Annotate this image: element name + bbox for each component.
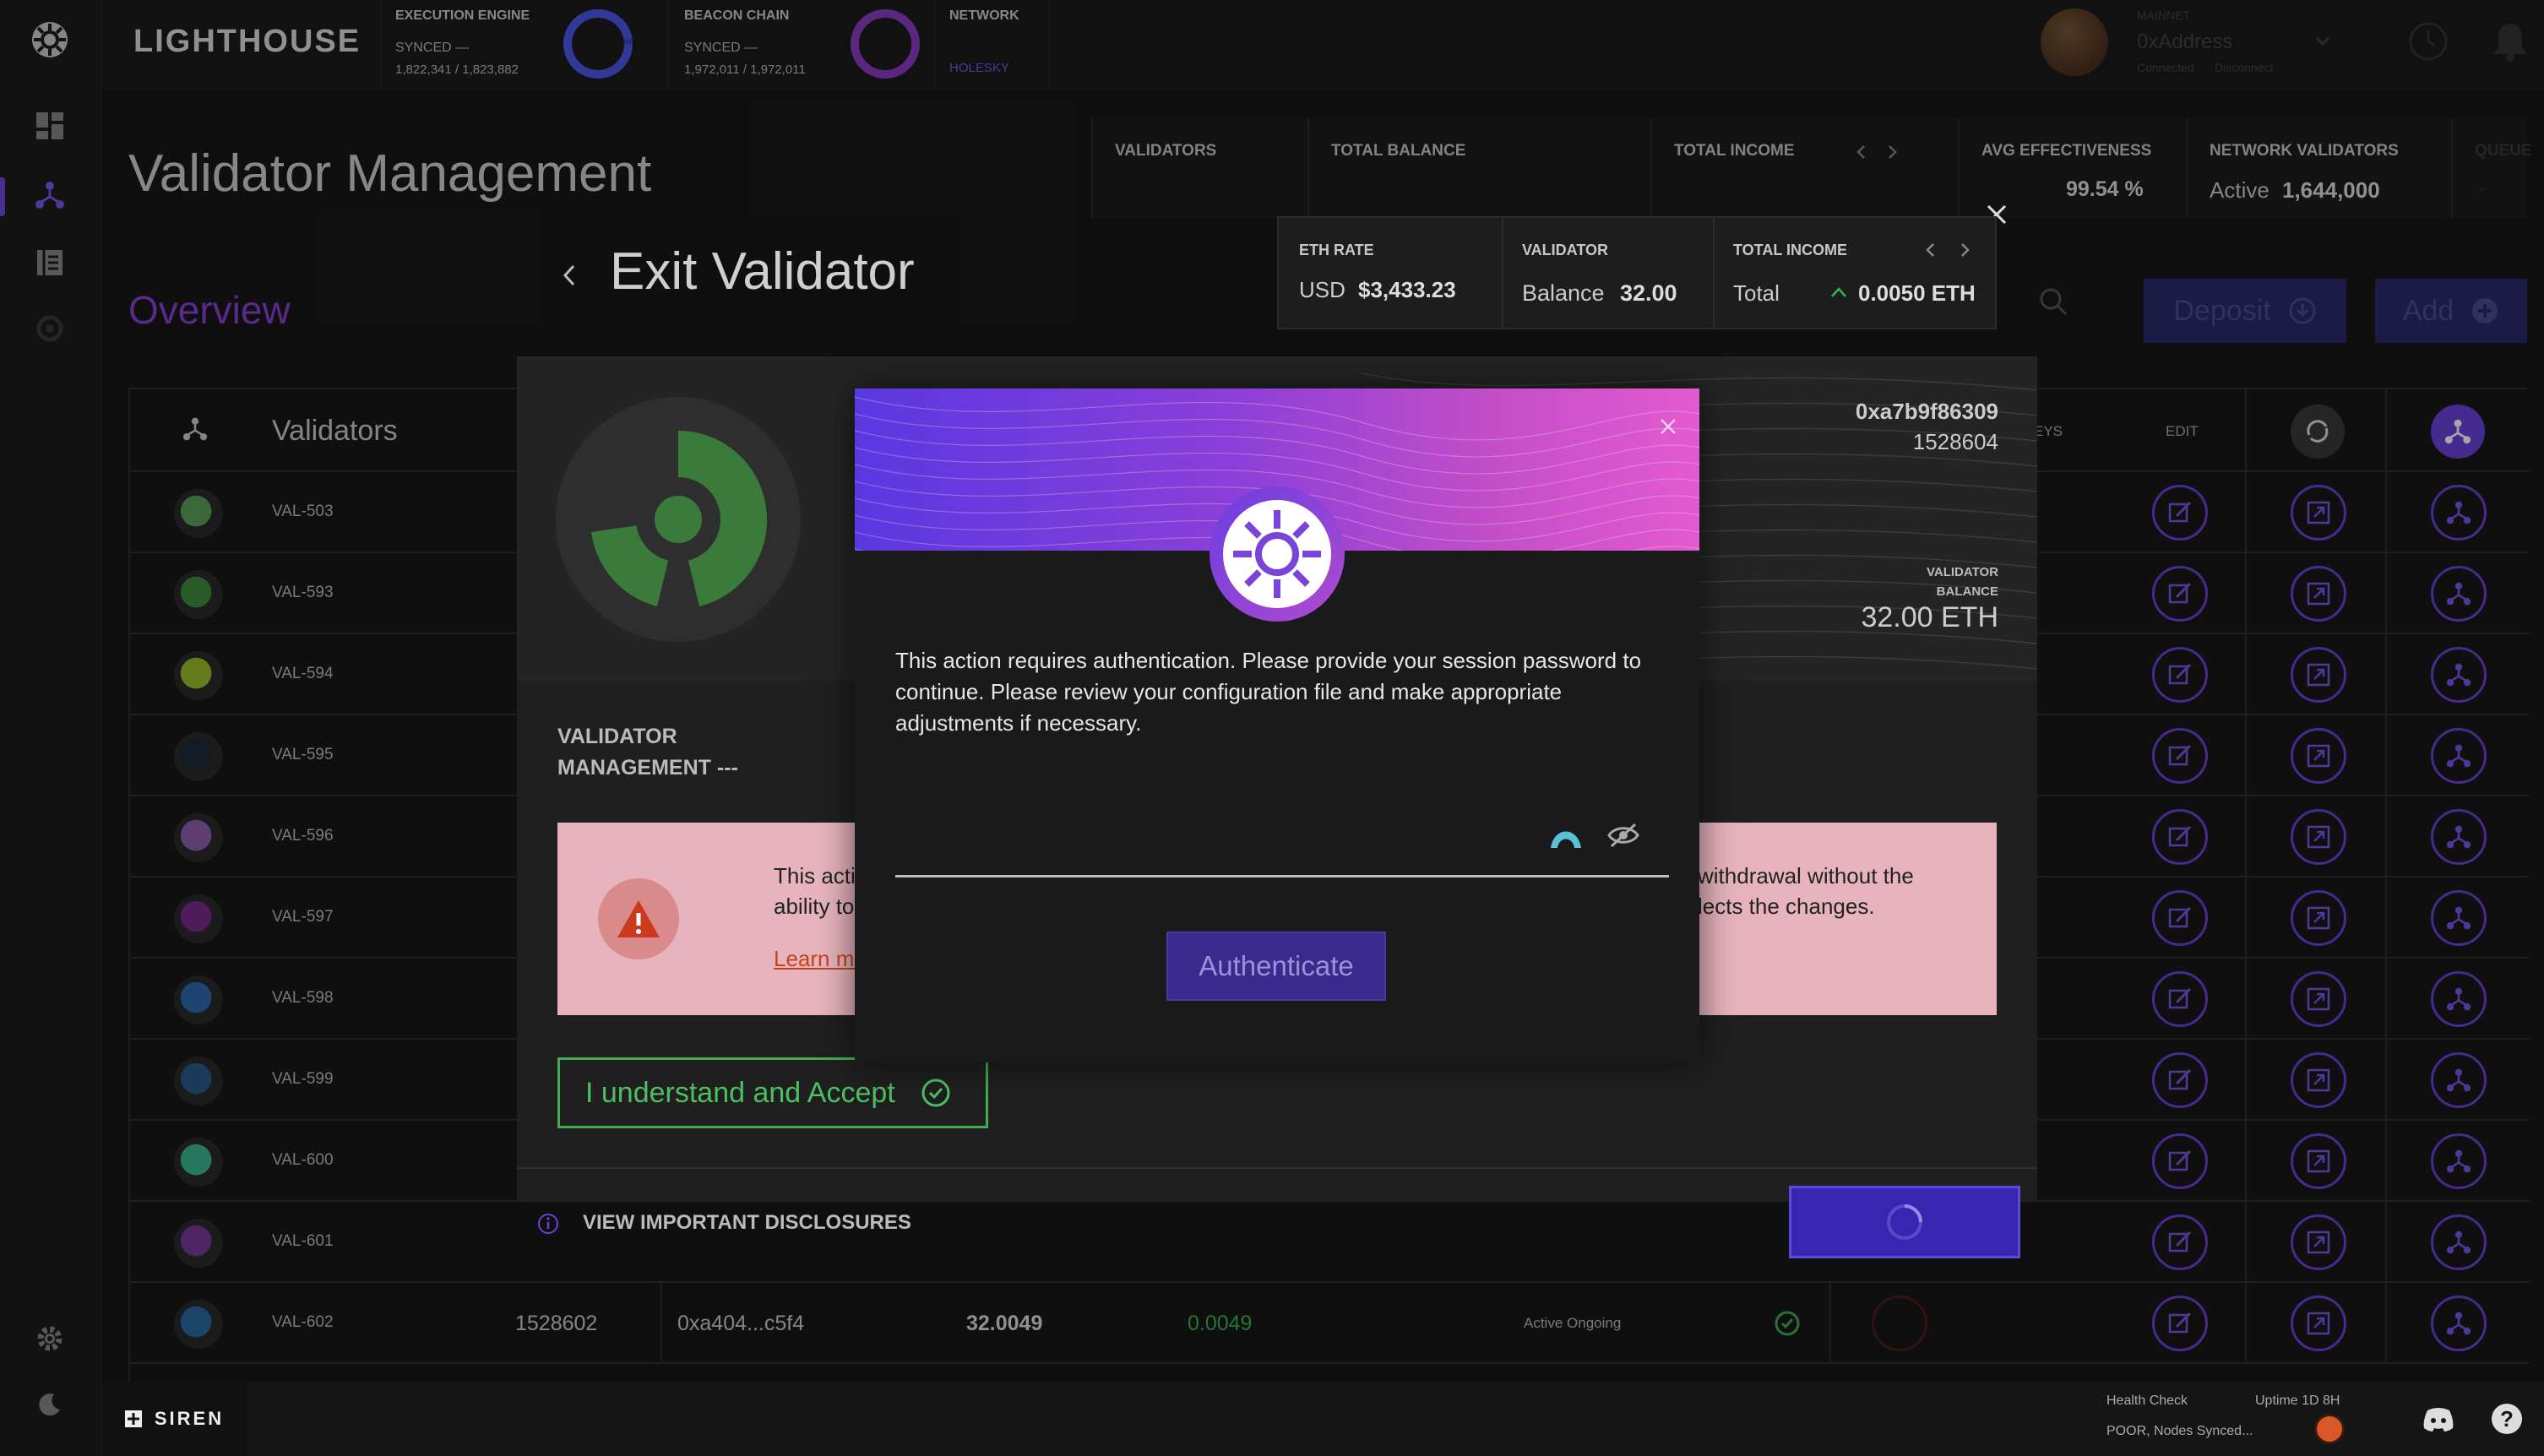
- info-icon: [537, 1213, 559, 1235]
- siren-brand: SIREN: [101, 1382, 247, 1456]
- validator-balance-label: VALIDATOR BALANCE: [1927, 565, 1998, 599]
- divider: [1502, 218, 1503, 328]
- validator-index: 1528604: [1912, 429, 1998, 454]
- eth-rate-label: ETH RATE: [1299, 242, 1374, 258]
- modal-close-icon[interactable]: [1657, 416, 1679, 437]
- lighthouse-emblem-icon: [1209, 486, 1345, 622]
- eth-rate-panel: ETH RATE USD $3,433.23 VALIDATOR Balance…: [1277, 216, 1997, 329]
- warning-text-left-1: This acti: [774, 863, 856, 888]
- discord-icon[interactable]: [2422, 1407, 2454, 1432]
- warning-text-right-1: withdrawal without the: [1698, 863, 1914, 888]
- modal-message: This action requires authentication. Ple…: [895, 648, 1642, 736]
- arrow-up-icon: [1829, 285, 1848, 299]
- help-icon[interactable]: ?: [2492, 1404, 2522, 1434]
- chevron-right-icon[interactable]: [1960, 242, 1971, 258]
- health-check-label: Health Check: [2106, 1394, 2188, 1408]
- health-status-indicator: [2314, 1414, 2345, 1444]
- disclosures-link[interactable]: VIEW IMPORTANT DISCLOSURES: [583, 1211, 911, 1235]
- exit-submit-button[interactable]: [1789, 1186, 2020, 1258]
- password-underline: [895, 875, 1669, 877]
- password-strength-icon: [1547, 818, 1585, 851]
- validator-management-label: VALIDATOR MANAGEMENT ---: [557, 725, 738, 780]
- total-income-panel-label: TOTAL INCOME: [1733, 242, 1847, 258]
- divider: [1713, 218, 1715, 328]
- validator-large-avatar: [556, 397, 801, 642]
- password-input[interactable]: [895, 811, 1537, 870]
- authenticate-button[interactable]: Authenticate: [1166, 932, 1386, 1001]
- siren-label: SIREN: [154, 1408, 225, 1429]
- eye-off-icon[interactable]: [1606, 821, 1640, 850]
- eth-rate-value: $3,433.23: [1358, 277, 1456, 302]
- siren-logo-icon: [124, 1410, 142, 1427]
- accept-label: I understand and Accept: [585, 1076, 895, 1109]
- total-label: Total: [1733, 280, 1780, 306]
- bottom-bar: SIREN Health Check Uptime 1D 8H POOR, No…: [101, 1382, 2544, 1456]
- validator-label: VALIDATOR: [1522, 242, 1608, 258]
- accept-button[interactable]: I understand and Accept: [557, 1057, 988, 1128]
- warning-text-left-2: ability to: [774, 894, 855, 919]
- validator-pubkey: 0xa7b9f86309: [1855, 399, 1998, 424]
- authentication-modal: This action requires authentication. Ple…: [855, 388, 1699, 1062]
- exit-validator-title: Exit Validator: [610, 242, 915, 301]
- currency-label: USD: [1299, 277, 1345, 302]
- health-status: POOR, Nodes Synced...: [2106, 1424, 2253, 1438]
- total-income-value: 0.0050 ETH: [1858, 280, 1976, 306]
- check-circle-icon: [921, 1078, 950, 1107]
- loading-spinner-icon: [1887, 1204, 1922, 1240]
- uptime-label: Uptime 1D 8H: [2255, 1394, 2340, 1408]
- back-chevron-icon[interactable]: [561, 262, 578, 289]
- warning-icon: [598, 878, 679, 959]
- balance-value: 32.00: [1620, 280, 1677, 306]
- validator-balance-value: 32.00 ETH: [1861, 601, 1998, 633]
- learn-more-link[interactable]: Learn mo: [774, 946, 867, 972]
- divider: [517, 1167, 2037, 1169]
- chevron-left-icon[interactable]: [1924, 242, 1936, 258]
- balance-label: Balance: [1522, 280, 1605, 306]
- warning-text-right-2: lects the changes.: [1698, 894, 1875, 919]
